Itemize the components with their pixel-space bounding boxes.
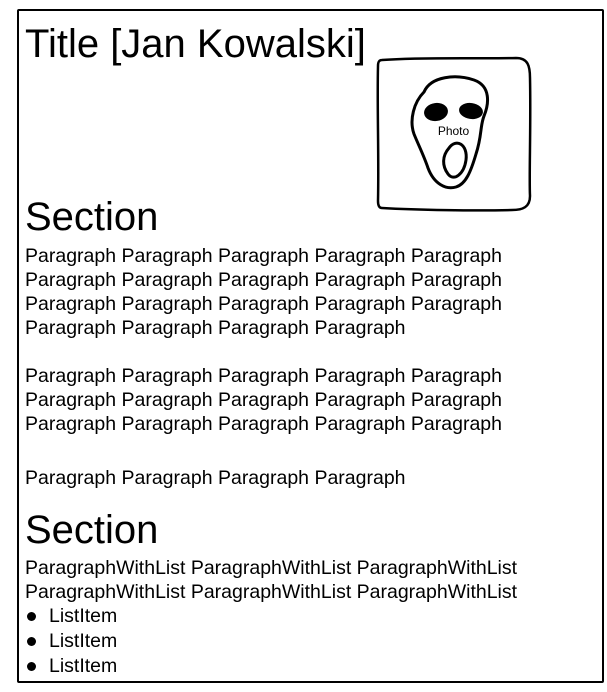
list-item: ListItem [25, 629, 117, 654]
list-item: ListItem [25, 604, 117, 629]
photo-label: Photo [437, 124, 470, 138]
bullet-list: ListItem ListItem ListItem [25, 604, 117, 679]
list-item-label: ListItem [49, 605, 118, 627]
page-title: Title [Jan Kowalski] [25, 22, 366, 66]
list-item: ListItem [25, 654, 117, 679]
paragraph-with-list: ParagraphWithList ParagraphWithList Para… [25, 557, 518, 603]
bullet-icon [27, 637, 36, 646]
paragraph: Paragraph Paragraph Paragraph Paragraph … [25, 245, 502, 339]
photo-placeholder: Photo [376, 56, 532, 212]
section-heading: Section [25, 508, 159, 552]
paragraph: Paragraph Paragraph Paragraph Paragraph [25, 467, 406, 489]
bullet-icon [27, 662, 36, 671]
list-item-label: ListItem [49, 655, 118, 677]
bullet-icon [27, 612, 36, 621]
paragraph: Paragraph Paragraph Paragraph Paragraph … [25, 365, 502, 435]
list-item-label: ListItem [49, 630, 118, 652]
section-heading: Section [25, 195, 159, 239]
